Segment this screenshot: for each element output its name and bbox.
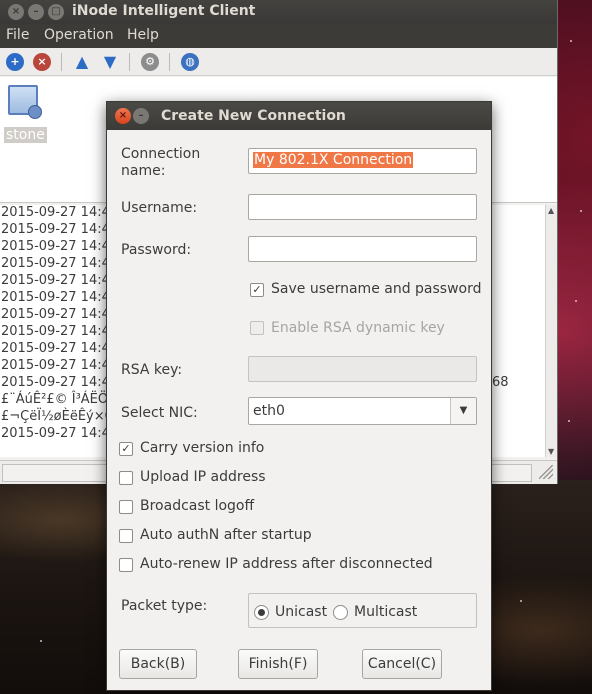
carry-version-label[interactable]: Carry version info	[140, 440, 264, 456]
save-credentials-label[interactable]: Save username and password	[271, 281, 482, 297]
log-scrollbar[interactable]: ▲ ▼	[545, 205, 557, 457]
dialog-title: Create New Connection	[161, 108, 346, 124]
connection-name-value: My 802.1X Connection	[253, 152, 414, 168]
carry-version-checkbox[interactable]: ✓	[119, 442, 133, 456]
back-button[interactable]: Back(B)	[119, 649, 197, 679]
auto-renew-ip-checkbox[interactable]	[119, 558, 133, 572]
log-line: 2015-09-27 14:4	[1, 324, 110, 339]
unicast-label[interactable]: Unicast	[275, 604, 327, 620]
star	[40, 640, 42, 642]
create-connection-dialog: × – Create New Connection Connection nam…	[106, 101, 492, 691]
log-line: 2015-09-27 14:4	[1, 307, 110, 322]
finish-button[interactable]: Finish(F)	[238, 649, 318, 679]
window-title: iNode Intelligent Client	[72, 3, 256, 19]
upload-icon[interactable]: ▲	[73, 53, 91, 71]
network-connection-icon[interactable]	[8, 85, 42, 119]
menu-help[interactable]: Help	[127, 27, 159, 43]
log-line: £¨ÁúÊ²£© Î³ÁËÖ	[1, 392, 109, 407]
log-line: £¬ÇëÏ½øÈëÊý×Ö	[1, 409, 115, 424]
new-connection-icon[interactable]: +	[6, 53, 24, 71]
star	[568, 420, 570, 422]
menubar: File Operation Help	[0, 24, 557, 48]
log-line: 2015-09-27 14:4	[1, 256, 110, 271]
auto-authn-checkbox[interactable]	[119, 529, 133, 543]
save-credentials-checkbox[interactable]: ✓	[250, 283, 264, 297]
broadcast-logoff-label[interactable]: Broadcast logoff	[140, 498, 254, 514]
scroll-down-icon[interactable]: ▼	[548, 447, 554, 456]
rsa-dynamic-label[interactable]: Enable RSA dynamic key	[271, 320, 445, 336]
log-line: 2015-09-27 14:4	[1, 426, 110, 441]
scroll-up-icon[interactable]: ▲	[548, 206, 554, 215]
multicast-label[interactable]: Multicast	[354, 604, 417, 620]
log-line: 2015-09-27 14:4	[1, 222, 110, 237]
toolbar-separator	[169, 53, 170, 71]
log-line: 2015-09-27 14:4	[1, 358, 110, 373]
log-line: 2015-09-27 14:4	[1, 239, 110, 254]
dialog-titlebar: × – Create New Connection	[107, 102, 491, 130]
delete-connection-icon[interactable]: ×	[33, 53, 51, 71]
log-line: 2015-09-27 14:4	[1, 290, 110, 305]
close-icon[interactable]: ×	[115, 108, 131, 124]
broadcast-logoff-checkbox[interactable]	[119, 500, 133, 514]
menu-operation[interactable]: Operation	[44, 27, 114, 43]
log-line: 2015-09-27 14:4	[1, 375, 110, 390]
rsa-key-input[interactable]	[248, 356, 477, 382]
password-input[interactable]	[248, 236, 477, 262]
username-input[interactable]	[248, 194, 477, 220]
multicast-radio[interactable]	[333, 605, 348, 620]
menu-file[interactable]: File	[6, 27, 29, 43]
maximize-icon[interactable]: □	[48, 4, 64, 20]
auto-authn-label[interactable]: Auto authN after startup	[140, 527, 312, 543]
star	[570, 40, 572, 42]
star	[520, 600, 522, 602]
upload-ip-label[interactable]: Upload IP address	[140, 469, 266, 485]
minimize-icon[interactable]: –	[133, 108, 149, 124]
rsa-key-label: RSA key:	[121, 362, 183, 378]
star	[580, 210, 582, 212]
toolbar-separator	[61, 53, 62, 71]
main-titlebar: × – □ iNode Intelligent Client	[0, 0, 557, 24]
select-nic-label: Select NIC:	[121, 405, 198, 421]
log-line: 2015-09-27 14:4	[1, 205, 110, 220]
chevron-down-icon[interactable]: ▼	[450, 398, 476, 424]
rsa-dynamic-checkbox[interactable]	[250, 321, 264, 335]
cancel-button[interactable]: Cancel(C)	[362, 649, 442, 679]
download-icon[interactable]: ▼	[101, 53, 119, 71]
nic-select[interactable]: eth0 ▼	[248, 397, 477, 425]
log-tail-fragment: 68	[492, 375, 509, 390]
log-line: 2015-09-27 14:4	[1, 273, 110, 288]
password-label: Password:	[121, 242, 192, 258]
packet-type-group: Unicast Multicast	[248, 593, 477, 628]
resize-grip-icon[interactable]	[539, 465, 553, 479]
connection-name-label: Connection name:	[121, 146, 201, 179]
toolbar-separator	[129, 53, 130, 71]
close-icon[interactable]: ×	[8, 4, 24, 20]
star	[575, 300, 577, 302]
globe-icon[interactable]: ◍	[181, 53, 199, 71]
auto-renew-ip-label[interactable]: Auto-renew IP address after disconnected	[140, 556, 433, 572]
username-label: Username:	[121, 200, 198, 216]
upload-ip-checkbox[interactable]	[119, 471, 133, 485]
settings-icon[interactable]: ⚙	[141, 53, 159, 71]
minimize-icon[interactable]: –	[28, 4, 44, 20]
unicast-radio[interactable]	[254, 605, 269, 620]
connection-label[interactable]: stone	[4, 127, 47, 143]
packet-type-label: Packet type:	[121, 598, 208, 614]
log-line: 2015-09-27 14:4	[1, 341, 110, 356]
nic-select-value: eth0	[253, 403, 285, 419]
toolbar: + × ▲ ▼ ⚙ ◍	[0, 48, 557, 76]
connection-name-input[interactable]: My 802.1X Connection	[248, 148, 477, 174]
